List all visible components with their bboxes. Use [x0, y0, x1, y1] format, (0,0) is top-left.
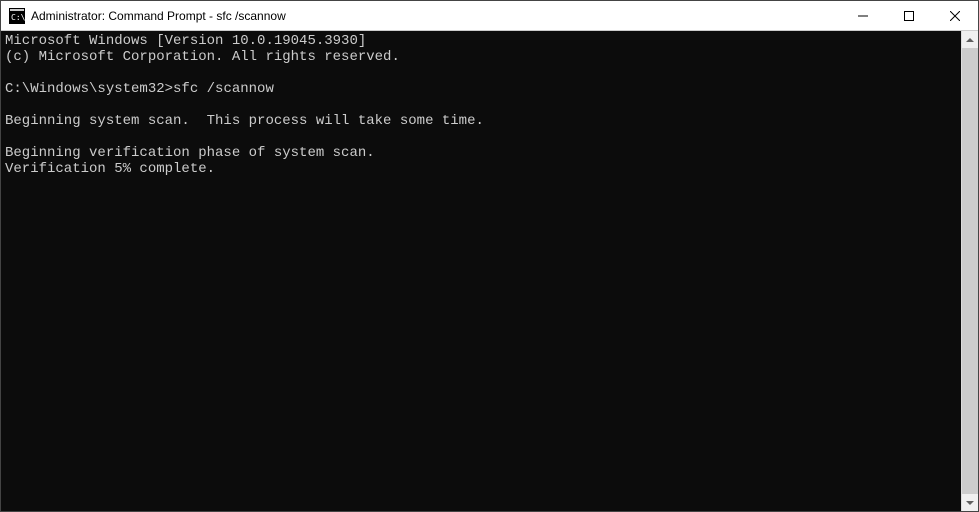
svg-text:C:\: C:\ [11, 13, 25, 22]
output-line: Beginning system scan. This process will… [5, 113, 484, 129]
window-controls [840, 1, 978, 30]
close-button[interactable] [932, 1, 978, 30]
output-line: Verification 5% complete. [5, 161, 215, 177]
window-body: Microsoft Windows [Version 10.0.19045.39… [1, 31, 978, 511]
output-line: (c) Microsoft Corporation. All rights re… [5, 49, 400, 65]
prompt-line: C:\Windows\system32>sfc /scannow [5, 81, 274, 97]
scroll-down-arrow-icon[interactable] [962, 494, 978, 511]
entered-command: sfc /scannow [173, 81, 274, 97]
vertical-scrollbar[interactable] [961, 31, 978, 511]
command-prompt-window: C:\ Administrator: Command Prompt - sfc … [0, 0, 979, 512]
scroll-thumb[interactable] [962, 48, 978, 494]
maximize-button[interactable] [886, 1, 932, 30]
titlebar[interactable]: C:\ Administrator: Command Prompt - sfc … [1, 1, 978, 31]
scroll-track[interactable] [962, 48, 978, 494]
prompt-path: C:\Windows\system32> [5, 81, 173, 97]
minimize-button[interactable] [840, 1, 886, 30]
terminal-output[interactable]: Microsoft Windows [Version 10.0.19045.39… [1, 31, 961, 511]
cmd-icon: C:\ [9, 8, 25, 24]
scroll-up-arrow-icon[interactable] [962, 31, 978, 48]
output-line: Microsoft Windows [Version 10.0.19045.39… [5, 33, 366, 49]
output-line: Beginning verification phase of system s… [5, 145, 375, 161]
window-title: Administrator: Command Prompt - sfc /sca… [31, 9, 840, 23]
